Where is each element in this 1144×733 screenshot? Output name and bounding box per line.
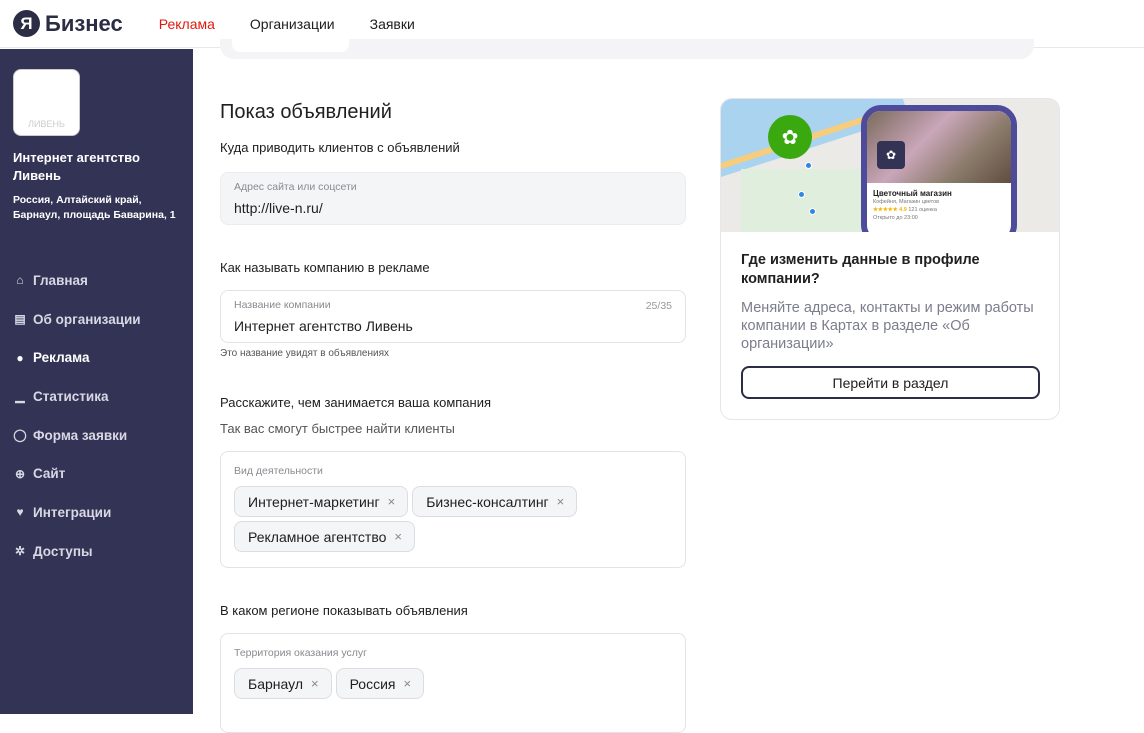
flower-pin-icon: ✿ xyxy=(768,115,812,159)
globe-icon: ⊕ xyxy=(14,466,26,481)
nav-requests[interactable]: Заявки xyxy=(370,16,415,32)
card-description: Меняйте адреса, контакты и режим работы … xyxy=(741,300,1034,352)
sidebar-item-home[interactable]: ⌂ Главная xyxy=(13,261,141,300)
name-section-label: Как называть компанию в рекламе xyxy=(220,260,430,275)
remove-icon[interactable]: × xyxy=(557,494,565,509)
org-address: Россия, Алтайский край, Барнаул, площадь… xyxy=(13,194,176,221)
document-icon: ▤ xyxy=(14,312,26,327)
flower-icon: ✿ xyxy=(877,141,905,169)
go-to-section-button[interactable]: Перейти в раздел xyxy=(741,366,1040,399)
activity-sub: Так вас смогут быстрее найти клиенты xyxy=(220,421,455,436)
activity-section-label: Расскажите, чем занимается ваша компания xyxy=(220,395,492,410)
activity-chip: Рекламное агентство × xyxy=(234,521,415,552)
region-section-label: В каком регионе показывать объявления xyxy=(220,603,468,618)
remove-icon[interactable]: × xyxy=(311,676,319,691)
chat-icon: ◯ xyxy=(13,428,27,443)
sidebar-menu: ⌂ Главная ▤ Об организации ● Реклама ▁ Стати… xyxy=(13,261,141,571)
nav-ads[interactable]: Реклама xyxy=(159,16,215,32)
ads-icon: ● xyxy=(16,350,24,365)
gear-icon: ✲ xyxy=(14,544,26,559)
org-name: Интернет агентство Ливень xyxy=(13,150,140,183)
top-nav: Реклама Организации Заявки xyxy=(159,16,415,32)
region-chip: Россия × xyxy=(335,668,425,699)
activity-input[interactable]: Вид деятельности Интернет-маркетинг × Биз… xyxy=(220,451,686,568)
yandex-business-logo[interactable]: Я Бизнес xyxy=(13,10,123,37)
sidebar-item-integrations[interactable]: ♥ Интеграции xyxy=(13,493,141,532)
remove-icon[interactable]: × xyxy=(394,529,402,544)
name-hint: Это название увидят в объявлениях xyxy=(220,348,389,359)
remove-icon[interactable]: × xyxy=(404,676,412,691)
site-section-label: Куда приводить клиентов с объявлений xyxy=(220,140,460,155)
map-illustration: ✿ ✿ Цветочный магазин Кофейня, Магазин ц… xyxy=(721,99,1059,232)
char-counter: 25/35 xyxy=(645,300,672,312)
sidebar-item-about[interactable]: ▤ Об организации xyxy=(13,300,140,339)
company-name-input[interactable]: Название компании 25/35 Интернет агентст… xyxy=(220,290,686,343)
region-input[interactable]: Территория оказания услуг Барнаул × Росси… xyxy=(220,633,686,733)
heart-icon: ♥ xyxy=(16,505,24,520)
sidebar-item-site[interactable]: ⊕ Сайт xyxy=(13,454,141,493)
phone-preview: ✿ Цветочный магазин Кофейня, Магазин цве… xyxy=(861,105,1017,232)
activity-chip: Интернет-маркетинг × xyxy=(234,486,409,517)
profile-info-card: ✿ ✿ Цветочный магазин Кофейня, Магазин ц… xyxy=(720,98,1060,420)
sidebar: ЛИВЕНЬ Интернет агентство Ливень Россия,… xyxy=(0,49,193,714)
card-title: Где изменить данные в профиле компании? xyxy=(741,252,980,287)
chart-icon: ▁ xyxy=(15,389,25,404)
previous-section xyxy=(220,39,1034,59)
page-title: Показ объявлений xyxy=(220,101,392,123)
main-content: Показ объявлений Куда приводить клиентов… xyxy=(193,39,1144,733)
home-icon: ⌂ xyxy=(16,273,24,288)
sidebar-item-form[interactable]: ◯ Форма заявки xyxy=(13,416,141,455)
company-logo: ЛИВЕНЬ xyxy=(13,69,80,136)
sidebar-item-access[interactable]: ✲ Доступы xyxy=(13,532,141,571)
activity-chip: Бизнес-консалтинг × xyxy=(412,486,578,517)
sidebar-item-stats[interactable]: ▁ Статистика xyxy=(13,377,141,416)
nav-organizations[interactable]: Организации xyxy=(250,16,335,32)
sidebar-item-ads[interactable]: ● Реклама xyxy=(13,338,141,377)
remove-icon[interactable]: × xyxy=(388,494,396,509)
site-input[interactable]: Адрес сайта или соцсети http://live-n.ru… xyxy=(220,172,686,225)
region-chip: Барнаул × xyxy=(234,668,332,699)
